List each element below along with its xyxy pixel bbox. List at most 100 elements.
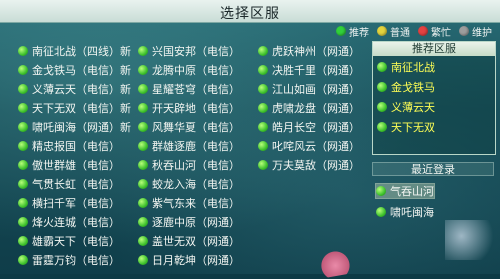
server-name: 逐鹿中原（网通） <box>152 216 240 229</box>
server-name: 龙腾中原（电信） <box>152 64 240 77</box>
server-name: 决胜千里（网通） <box>272 64 360 77</box>
server-item[interactable]: 江山如画（网通） <box>258 82 360 96</box>
server-name: 傲世群雄（电信） <box>32 159 120 172</box>
legend-label: 维护 <box>472 27 492 39</box>
server-item[interactable]: 烽火连城（电信） <box>18 215 120 229</box>
legend-recommend: 推荐 <box>336 24 369 39</box>
server-item[interactable]: 风舞华夏（电信） <box>138 120 240 134</box>
server-name: 南征北战（四线）新 <box>32 45 131 58</box>
recommend-dot-icon <box>18 65 28 75</box>
server-name: 精忠报国（电信） <box>32 140 120 153</box>
legend-label: 普通 <box>390 27 410 39</box>
title-bar: 选择区服 <box>0 0 500 23</box>
recommend-dot-icon <box>258 122 268 132</box>
recommend-dot-icon <box>258 46 268 56</box>
normal-dot-icon <box>377 26 387 36</box>
server-name: 万夫莫敌（网通） <box>272 159 360 172</box>
server-name: 横扫千军（电信） <box>32 197 120 210</box>
server-item[interactable]: 傲世群雄（电信） <box>18 158 120 172</box>
server-name: 虎跃神州（网通） <box>272 45 360 58</box>
recommend-dot-icon <box>18 255 28 265</box>
recent-item[interactable]: 啸吒闽海 <box>376 205 434 219</box>
recommended-item[interactable]: 金戈铁马 <box>377 80 435 94</box>
server-item[interactable]: 兴国安邦（电信） <box>138 44 240 58</box>
recommend-dot-icon <box>258 160 268 170</box>
server-item[interactable]: 虎啸龙盘（网通） <box>258 101 360 115</box>
recommend-dot-icon <box>18 141 28 151</box>
server-item[interactable]: 横扫千军（电信） <box>18 196 120 210</box>
server-item[interactable]: 群雄逐鹿（电信） <box>138 139 240 153</box>
server-name: 义薄云天（电信）新 <box>32 83 131 96</box>
server-item[interactable]: 气贯长虹（电信） <box>18 177 120 191</box>
recommend-dot-icon <box>138 160 148 170</box>
recent-header: 最近登录 <box>372 162 494 176</box>
recommended-item[interactable]: 天下无双 <box>377 120 435 134</box>
recommend-dot-icon <box>258 103 268 113</box>
server-name: 紫气东来（电信） <box>152 197 240 210</box>
server-name: 江山如画（网通） <box>272 83 360 96</box>
recommend-dot-icon <box>138 84 148 94</box>
recommend-dot-icon <box>138 255 148 265</box>
server-item[interactable]: 蛟龙入海（电信） <box>138 177 240 191</box>
server-item[interactable]: 皓月长空（网通） <box>258 120 360 134</box>
decorative-flower <box>316 247 354 279</box>
server-name: 雄霸天下（电信） <box>32 235 120 248</box>
recommend-dot-icon <box>18 103 28 113</box>
server-item[interactable]: 紫气东来（电信） <box>138 196 240 210</box>
server-name: 天下无双（电信）新 <box>32 102 131 115</box>
server-name: 星耀苍穹（电信） <box>152 83 240 96</box>
server-item[interactable]: 义薄云天（电信）新 <box>18 82 131 96</box>
server-item[interactable]: 啸吒闽海（网通）新 <box>18 120 131 134</box>
server-item[interactable]: 精忠报国（电信） <box>18 139 120 153</box>
legend-busy: 繁忙 <box>418 24 451 39</box>
server-name: 风舞华夏（电信） <box>152 121 240 134</box>
server-name: 开天辟地（电信） <box>152 102 240 115</box>
server-name: 天下无双 <box>391 121 435 134</box>
recommend-dot-icon <box>258 141 268 151</box>
maintenance-dot-icon <box>459 26 469 36</box>
page-title: 选择区服 <box>220 6 280 22</box>
server-item[interactable]: 天下无双（电信）新 <box>18 101 131 115</box>
recommend-dot-icon <box>376 207 386 217</box>
server-item[interactable]: 逐鹿中原（网通） <box>138 215 240 229</box>
recommended-item[interactable]: 南征北战 <box>377 60 435 74</box>
recommend-dot-icon <box>18 160 28 170</box>
server-item[interactable]: 金戈铁马（电信）新 <box>18 63 131 77</box>
server-item[interactable]: 开天辟地（电信） <box>138 101 240 115</box>
recommend-dot-icon <box>377 82 387 92</box>
server-name: 叱咤风云（网通） <box>272 140 360 153</box>
recommend-dot-icon <box>258 65 268 75</box>
recommended-header: 推荐区服 <box>373 42 495 56</box>
server-item[interactable]: 雷霆万钧（电信） <box>18 253 120 267</box>
server-item[interactable]: 叱咤风云（网通） <box>258 139 360 153</box>
server-item[interactable]: 决胜千里（网通） <box>258 63 360 77</box>
recommended-item[interactable]: 义薄云天 <box>377 100 435 114</box>
recommend-dot-icon <box>377 102 387 112</box>
recommend-dot-icon <box>138 198 148 208</box>
recent-item[interactable]: 气吞山河 <box>375 183 435 199</box>
recommend-dot-icon <box>376 186 386 196</box>
server-item[interactable]: 南征北战（四线）新 <box>18 44 131 58</box>
recommend-dot-icon <box>138 236 148 246</box>
server-name: 啸吒闽海 <box>390 206 434 219</box>
server-name: 蛟龙入海（电信） <box>152 178 240 191</box>
server-item[interactable]: 万夫莫敌（网通） <box>258 158 360 172</box>
recommend-dot-icon <box>138 217 148 227</box>
server-item[interactable]: 盖世无双（网通） <box>138 234 240 248</box>
server-item[interactable]: 日月乾坤（网通） <box>138 253 240 267</box>
busy-dot-icon <box>418 26 428 36</box>
server-item[interactable]: 秋吞山河（电信） <box>138 158 240 172</box>
server-name: 气贯长虹（电信） <box>32 178 120 191</box>
server-name: 啸吒闽海（网通）新 <box>32 121 131 134</box>
recommend-dot-icon <box>18 198 28 208</box>
legend-normal: 普通 <box>377 24 410 39</box>
server-name: 金戈铁马（电信）新 <box>32 64 131 77</box>
server-item[interactable]: 雄霸天下（电信） <box>18 234 120 248</box>
recommend-dot-icon <box>138 103 148 113</box>
server-name: 秋吞山河（电信） <box>152 159 240 172</box>
server-item[interactable]: 星耀苍穹（电信） <box>138 82 240 96</box>
server-item[interactable]: 龙腾中原（电信） <box>138 63 240 77</box>
server-item[interactable]: 虎跃神州（网通） <box>258 44 360 58</box>
recommend-dot-icon <box>138 179 148 189</box>
recommend-dot-icon <box>138 141 148 151</box>
